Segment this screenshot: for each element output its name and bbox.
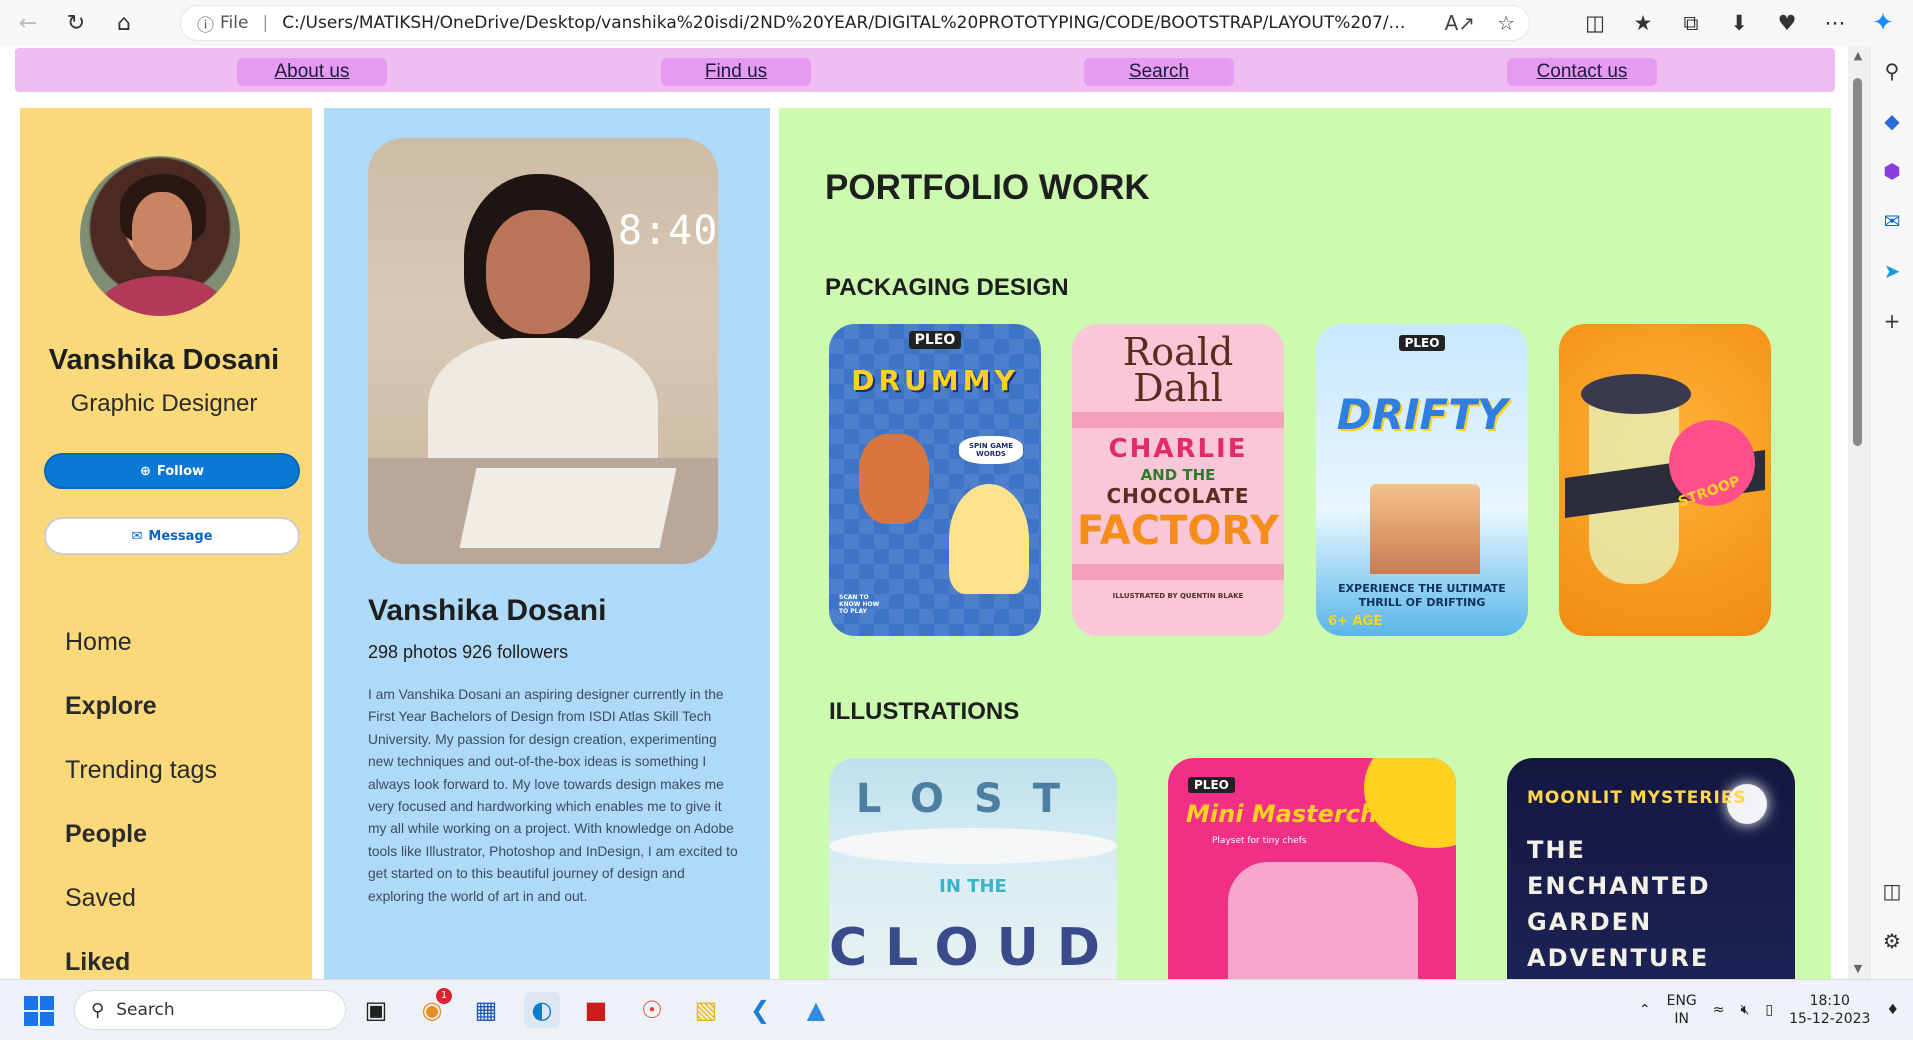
battery-icon[interactable]: ▯ <box>1765 1002 1773 1018</box>
collections-icon[interactable]: ⧉ <box>1669 3 1713 43</box>
taskbar-search-label: Search <box>116 1000 175 1020</box>
top-navigation: About us Find us Search Contact us <box>15 48 1835 92</box>
scroll-down-arrow-icon[interactable]: ▼ <box>1848 959 1868 979</box>
profile-card: 8:40PM Vanshika Dosani 298 photos 926 fo… <box>324 108 770 979</box>
notifications-bell-icon[interactable]: ♦ <box>1886 1002 1899 1018</box>
photo-clock-text: 8:40PM <box>618 208 718 254</box>
menu-item-home[interactable]: Home <box>65 628 217 692</box>
split-screen-icon[interactable]: ◫ <box>1573 3 1617 43</box>
sidebar-role: Graphic Designer <box>70 390 258 417</box>
widgets-icon[interactable]: ◉ 1 <box>414 988 452 1028</box>
send-icon[interactable]: ➤ <box>1870 246 1913 296</box>
plus-circle-icon: ⊕ <box>139 463 151 479</box>
refresh-icon[interactable]: ↻ <box>56 3 96 43</box>
windows-start-icon[interactable] <box>24 996 54 1026</box>
profile-stats: 298 photos 926 followers <box>368 642 569 662</box>
scroll-up-arrow-icon[interactable]: ▲ <box>1848 46 1868 66</box>
profile-sidebar: Vanshika Dosani Graphic Designer ⊕ Follo… <box>20 108 312 979</box>
packaging-card-drifty[interactable]: PLEO DRIFTY EXPERIENCE THE ULTIMATE THRI… <box>1316 324 1528 636</box>
store-icon[interactable]: ▦ <box>468 992 504 1028</box>
packaging-heading: PACKAGING DESIGN <box>825 274 1069 301</box>
profile-photo: 8:40PM <box>368 138 718 564</box>
address-scheme-label: File <box>220 13 249 33</box>
sidebar-toggle-icon[interactable]: ◫ <box>1870 866 1913 916</box>
nav-contact-us[interactable]: Contact us <box>1507 58 1657 86</box>
home-icon[interactable]: ⌂ <box>104 3 144 43</box>
profile-name: Vanshika Dosani <box>368 594 607 627</box>
search-icon[interactable]: ⚲ <box>1870 46 1913 96</box>
webpage: About us Find us Search Contact us Vansh… <box>0 46 1848 979</box>
packaging-card-drummy[interactable]: PLEO DRUMMY SPIN GAME WORDS SCAN TO KNOW… <box>829 324 1041 636</box>
settings-gear-icon[interactable]: ⚙ <box>1870 916 1913 966</box>
search-icon: ⚲ <box>91 999 105 1021</box>
add-icon[interactable]: + <box>1870 296 1913 346</box>
profile-bio: I am Vanshika Dosani an aspiring designe… <box>368 687 738 904</box>
scroll-thumb[interactable] <box>1853 78 1862 446</box>
copilot-icon[interactable]: ✦ <box>1861 3 1905 43</box>
url-text[interactable]: C:/Users/MATIKSH/OneDrive/Desktop/vanshi… <box>282 13 1412 33</box>
menu-item-liked[interactable]: Liked <box>65 948 217 979</box>
address-bar[interactable]: ⓘ File | C:/Users/MATIKSH/OneDrive/Deskt… <box>180 5 1530 41</box>
illustration-card-mini-masterchef[interactable]: PLEO Mini Masterchef Playset for tiny ch… <box>1168 758 1456 979</box>
more-options-icon[interactable]: ⋯ <box>1813 3 1857 43</box>
illustration-card-moonlit-mysteries[interactable]: MOONLIT MYSTERIES THE ENCHANTED GARDEN A… <box>1507 758 1795 979</box>
notification-badge: 1 <box>436 988 452 1004</box>
outlook-icon[interactable]: ✉ <box>1870 196 1913 246</box>
message-icon: ✉ <box>131 528 143 544</box>
page-scrollbar[interactable]: ▲ ▼ <box>1848 46 1868 979</box>
nav-search[interactable]: Search <box>1084 58 1234 86</box>
system-tray: ⌃ ENG IN ≈ 🔇︎ ▯ 18:10 15-12-2023 ♦ <box>1639 980 1913 1040</box>
info-icon[interactable]: ⓘ <box>197 11 214 36</box>
packaging-card-stroop[interactable]: STROOP <box>1559 324 1771 636</box>
nav-find-us[interactable]: Find us <box>661 58 811 86</box>
packaging-card-charlie[interactable]: Roald Dahl CHARLIE AND THE CHOCOLATE FAC… <box>1072 324 1284 636</box>
windows-taskbar: ⚲ Search ▣ ◉ 1 ▦ ◐ ■ ☉ ▧ ❮ ▲ ⌃ ENG IN ≈ 🔇… <box>0 979 1913 1039</box>
read-aloud-icon[interactable]: A↗ <box>1445 11 1475 35</box>
follow-label: Follow <box>156 463 205 479</box>
menu-item-people[interactable]: People <box>65 820 217 884</box>
portfolio-title: PORTFOLIO WORK <box>825 168 1150 207</box>
back-arrow-icon[interactable]: ← <box>8 3 48 43</box>
message-label: Message <box>148 528 213 544</box>
downloads-icon[interactable]: ⬇ <box>1717 3 1761 43</box>
address-separator: | <box>262 13 269 33</box>
shopping-icon[interactable]: ◆ <box>1870 96 1913 146</box>
volume-mute-icon[interactable]: 🔇︎ <box>1741 1002 1750 1018</box>
nav-about-us[interactable]: About us <box>237 58 387 86</box>
follow-button[interactable]: ⊕ Follow <box>44 453 300 489</box>
language-indicator[interactable]: ENG IN <box>1667 992 1697 1028</box>
edge-sidebar: ⚲ ◆ ⬢ ✉ ➤ + ◫ ⚙ <box>1869 46 1913 979</box>
clock[interactable]: 18:10 15-12-2023 <box>1789 992 1870 1028</box>
edge-icon[interactable]: ◐ <box>524 992 560 1028</box>
performance-icon[interactable]: ♥ <box>1765 3 1809 43</box>
sidebar-menu: Home Explore Trending tags People Saved … <box>65 628 217 979</box>
menu-item-explore[interactable]: Explore <box>65 692 217 756</box>
favorites-icon[interactable]: ★ <box>1621 3 1665 43</box>
task-view-icon[interactable]: ▣ <box>358 992 394 1028</box>
browser-toolbar: ← ↻ ⌂ ⓘ File | C:/Users/MATIKSH/OneDrive… <box>0 0 1913 46</box>
menu-item-trending-tags[interactable]: Trending tags <box>65 756 217 820</box>
acrobat-icon[interactable]: ■ <box>578 992 614 1028</box>
menu-item-saved[interactable]: Saved <box>65 884 217 948</box>
illustration-card-lost-clouds[interactable]: LOST IN THE CLOUDS <box>829 758 1117 979</box>
sidebar-name: Vanshika Dosani <box>48 344 280 376</box>
favorite-star-icon[interactable]: ☆ <box>1497 11 1515 35</box>
message-button[interactable]: ✉ Message <box>44 517 300 555</box>
wifi-icon[interactable]: ≈ <box>1713 1002 1725 1018</box>
chevron-up-icon[interactable]: ⌃ <box>1639 1002 1651 1018</box>
vscode-icon[interactable]: ❮ <box>742 992 778 1028</box>
taskbar-search[interactable]: ⚲ Search <box>74 990 346 1030</box>
chrome-icon[interactable]: ☉ <box>634 992 670 1028</box>
file-explorer-icon[interactable]: ▧ <box>688 992 724 1028</box>
illustrations-heading: ILLUSTRATIONS <box>829 698 1020 725</box>
photos-icon[interactable]: ▲ <box>798 992 834 1028</box>
portfolio-section: PORTFOLIO WORK PACKAGING DESIGN PLEO DRU… <box>779 108 1831 979</box>
avatar <box>80 156 240 316</box>
office-icon[interactable]: ⬢ <box>1870 146 1913 196</box>
